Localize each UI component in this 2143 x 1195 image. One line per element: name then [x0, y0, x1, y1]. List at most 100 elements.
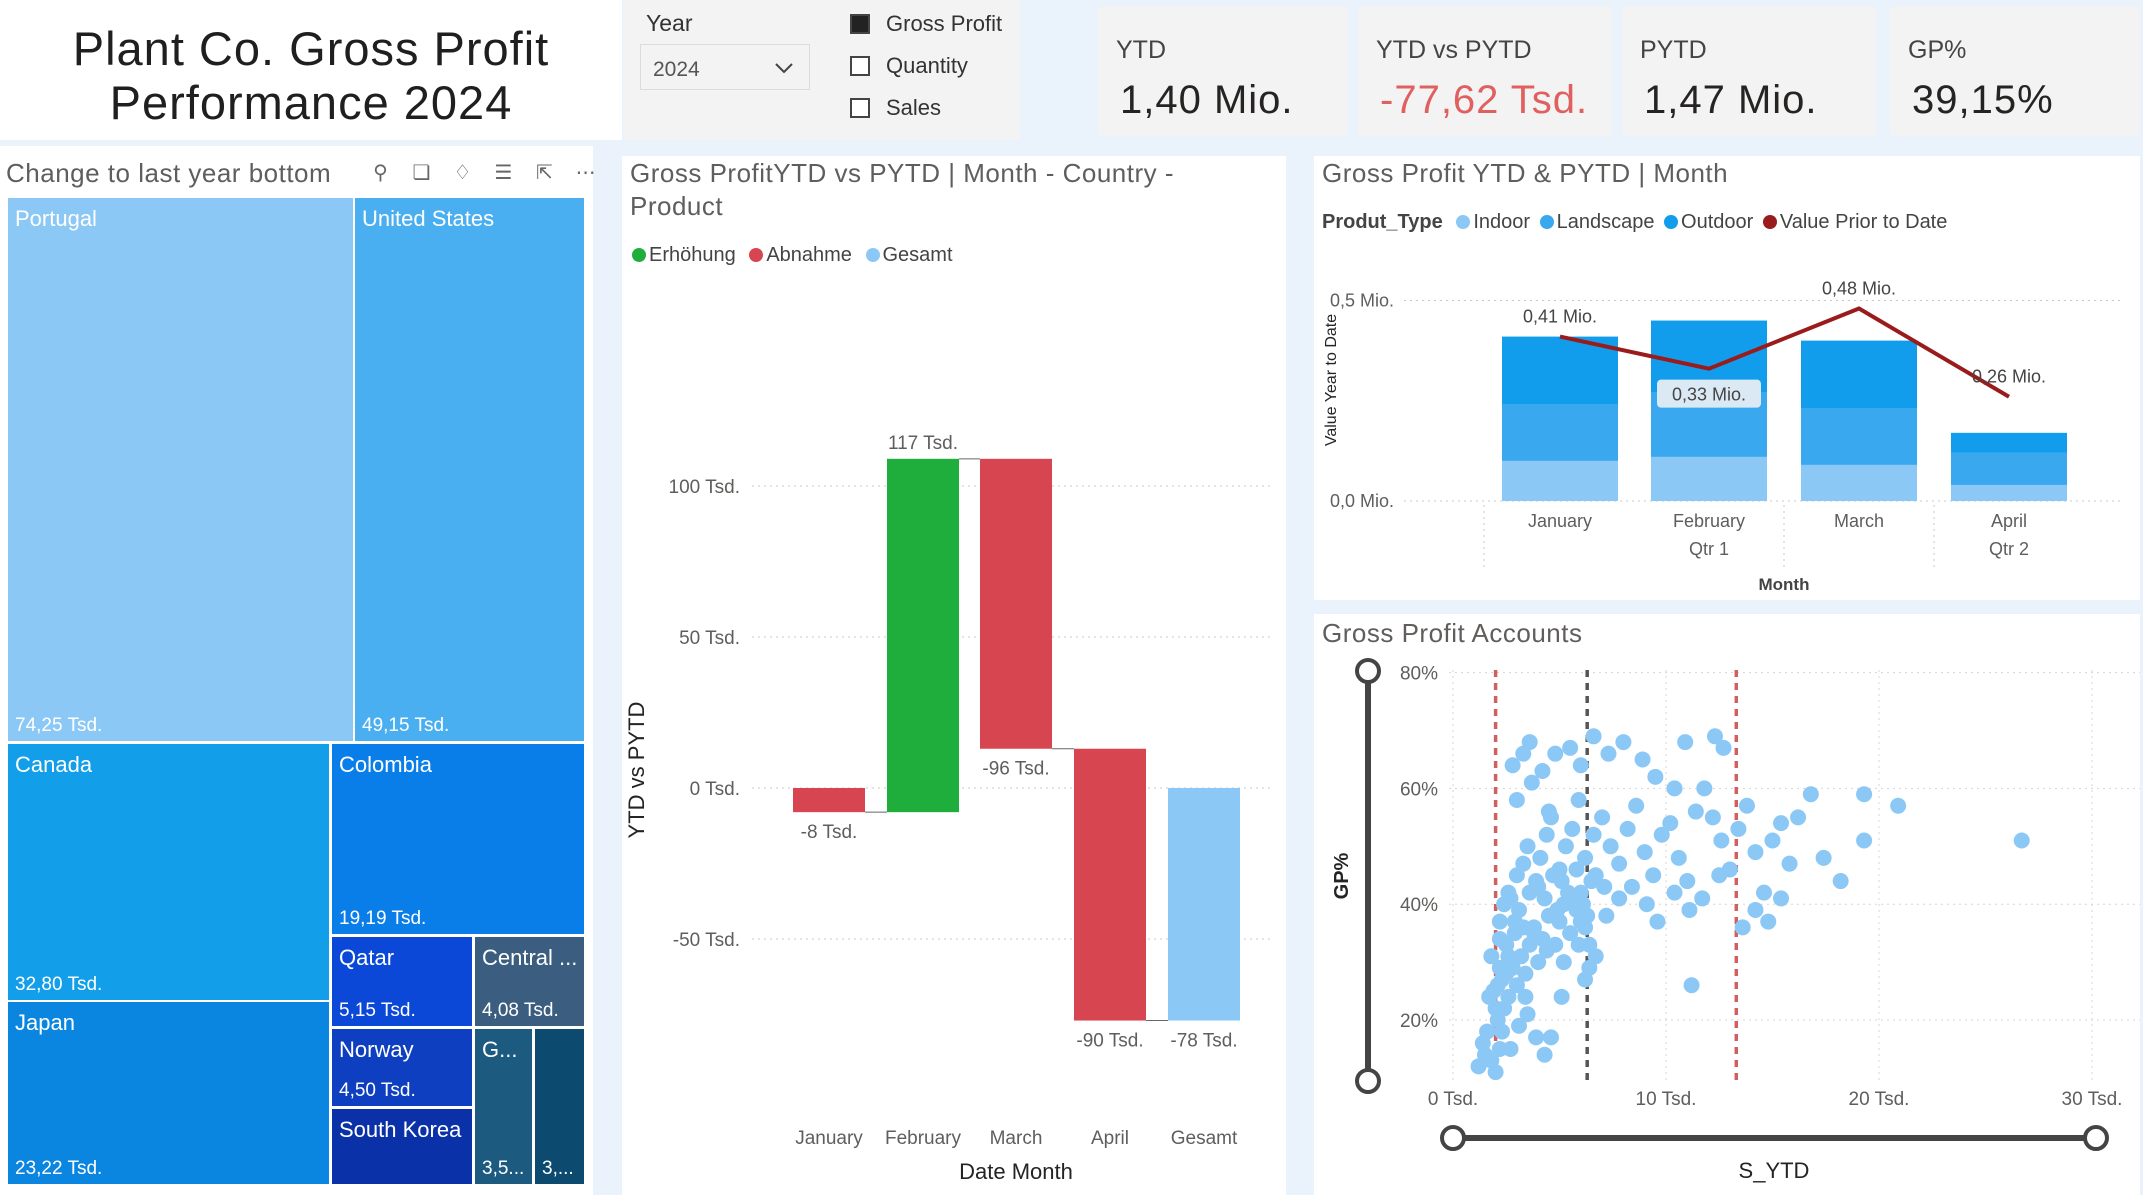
scatter-point[interactable]: [1615, 734, 1632, 751]
scatter-point[interactable]: [1747, 844, 1764, 861]
scatter-point[interactable]: [1649, 913, 1666, 930]
scatter-point[interactable]: [1549, 901, 1566, 918]
scatter-point[interactable]: [1638, 896, 1655, 913]
waterfall-chart[interactable]: YTD vs PYTD Date Month 100 Tsd. 50 Tsd. 0 …: [622, 280, 1286, 1195]
scatter-point[interactable]: [1611, 855, 1628, 872]
legend-item-indoor[interactable]: Indoor: [1456, 211, 1530, 233]
scatter-point[interactable]: [1802, 786, 1819, 803]
scatter-point[interactable]: [1662, 815, 1679, 832]
scatter-point[interactable]: [1542, 1029, 1559, 1046]
scatter-point[interactable]: [1790, 809, 1807, 826]
scatter-point[interactable]: [1773, 890, 1790, 907]
scatter-point[interactable]: [1666, 780, 1683, 797]
y-range-slider-handle[interactable]: [1355, 1068, 1381, 1094]
scatter-point[interactable]: [1677, 734, 1694, 751]
scatter-point[interactable]: [1553, 988, 1570, 1005]
scatter-point[interactable]: [1781, 855, 1798, 872]
scatter-point[interactable]: [1587, 948, 1604, 965]
value-prior-line[interactable]: [1559, 306, 2011, 399]
x-range-slider-handle[interactable]: [1440, 1125, 1466, 1151]
scatter-point[interactable]: [1502, 1040, 1519, 1057]
scatter-point[interactable]: [1683, 977, 1700, 994]
scatter-point[interactable]: [1623, 878, 1640, 895]
scatter-point[interactable]: [1545, 867, 1562, 884]
stacked-bar-segment[interactable]: [1502, 404, 1618, 461]
scatter-point[interactable]: [1515, 855, 1532, 872]
bell-icon[interactable]: ♢: [442, 160, 483, 185]
scatter-point[interactable]: [1704, 809, 1721, 826]
waterfall-bar[interactable]: [1168, 788, 1240, 1021]
scatter-point[interactable]: [1755, 884, 1772, 901]
stacked-bar-segment[interactable]: [1951, 484, 2067, 501]
stacked-bar-segment[interactable]: [1801, 340, 1917, 409]
scatter-point[interactable]: [1747, 901, 1764, 918]
scatter-point[interactable]: [1538, 826, 1555, 843]
scatter-point[interactable]: [1666, 884, 1683, 901]
y-range-slider-handle[interactable]: [1355, 658, 1381, 684]
scatter-point[interactable]: [1773, 815, 1790, 832]
scatter-point[interactable]: [1594, 809, 1611, 826]
scatter-point[interactable]: [1528, 1029, 1545, 1046]
scatter-point[interactable]: [1647, 768, 1664, 785]
stacked-bar-segment[interactable]: [1502, 460, 1618, 501]
scatter-point[interactable]: [1557, 838, 1574, 855]
x-range-slider-handle[interactable]: [2083, 1125, 2109, 1151]
scatter-point[interactable]: [1696, 780, 1713, 797]
treemap-tile-south-korea[interactable]: South Korea: [332, 1109, 472, 1184]
kpi-card-gp-percent[interactable]: GP% 39,15%: [1890, 6, 2140, 136]
treemap-tile-japan[interactable]: Japan 23,22 Tsd.: [8, 1002, 329, 1184]
scatter-point[interactable]: [1600, 745, 1617, 762]
scatter-point[interactable]: [1694, 890, 1711, 907]
scatter-point[interactable]: [1502, 890, 1519, 907]
scatter-point[interactable]: [1493, 1023, 1510, 1040]
scatter-point[interactable]: [1564, 890, 1581, 907]
scatter-point[interactable]: [1491, 913, 1508, 930]
scatter-point[interactable]: [1500, 948, 1517, 965]
treemap-tile-g[interactable]: G... 3,5...: [475, 1029, 532, 1184]
scatter-point[interactable]: [1890, 797, 1907, 814]
scatter-point[interactable]: [1645, 867, 1662, 884]
scatter-point[interactable]: [1487, 1064, 1504, 1081]
scatter-point[interactable]: [1547, 745, 1564, 762]
scatter-point[interactable]: [1730, 820, 1747, 837]
scatter-point[interactable]: [1517, 988, 1534, 1005]
scatter-point[interactable]: [1570, 791, 1587, 808]
scatter-point[interactable]: [1572, 913, 1589, 930]
scatter-point[interactable]: [1577, 971, 1594, 988]
stacked-bar-segment[interactable]: [1651, 456, 1767, 501]
waterfall-bar[interactable]: [887, 458, 959, 813]
scatter-point[interactable]: [1815, 849, 1832, 866]
scatter-point[interactable]: [1517, 965, 1534, 982]
scatter-point[interactable]: [1536, 890, 1553, 907]
filter-icon[interactable]: ☰: [483, 160, 524, 185]
scatter-point[interactable]: [1598, 907, 1615, 924]
scatter-point[interactable]: [1519, 1006, 1536, 1023]
scatter-point[interactable]: [1585, 826, 1602, 843]
scatter-point[interactable]: [1474, 1035, 1491, 1052]
stacked-bar-segment[interactable]: [1951, 452, 2067, 485]
treemap-tile-portugal[interactable]: Portugal 74,25 Tsd.: [8, 198, 353, 741]
scatter-point[interactable]: [1568, 861, 1585, 878]
kpi-card-ytd[interactable]: YTD 1,40 Mio.: [1098, 6, 1348, 136]
waterfall-bar[interactable]: [793, 788, 865, 813]
scatter-point[interactable]: [1536, 1046, 1553, 1063]
stacked-bar-segment[interactable]: [1801, 464, 1917, 501]
scatter-point[interactable]: [1856, 786, 1873, 803]
treemap-tile-qatar[interactable]: Qatar 5,15 Tsd.: [332, 937, 472, 1026]
scatter-point[interactable]: [1734, 919, 1751, 936]
checkbox-icon[interactable]: [850, 98, 870, 118]
legend-item-landscape[interactable]: Landscape: [1539, 211, 1654, 233]
treemap-tile-norway[interactable]: Norway 4,50 Tsd.: [332, 1029, 472, 1106]
checkbox-checked-icon[interactable]: [850, 14, 870, 34]
scatter-point[interactable]: [1585, 728, 1602, 745]
scatter-point[interactable]: [1611, 890, 1628, 907]
treemap-tile-canada[interactable]: Canada 32,80 Tsd.: [8, 744, 329, 1000]
scatter-point[interactable]: [1634, 751, 1651, 768]
scatter-point[interactable]: [1532, 849, 1549, 866]
treemap-tile-united-states[interactable]: United States 49,15 Tsd.: [355, 198, 584, 741]
scatter-point[interactable]: [1555, 954, 1572, 971]
treemap-tile-small[interactable]: 3,...: [535, 1029, 584, 1184]
scatter-point[interactable]: [1679, 873, 1696, 890]
scatter-point[interactable]: [1540, 803, 1557, 820]
scatter-point[interactable]: [1519, 838, 1536, 855]
